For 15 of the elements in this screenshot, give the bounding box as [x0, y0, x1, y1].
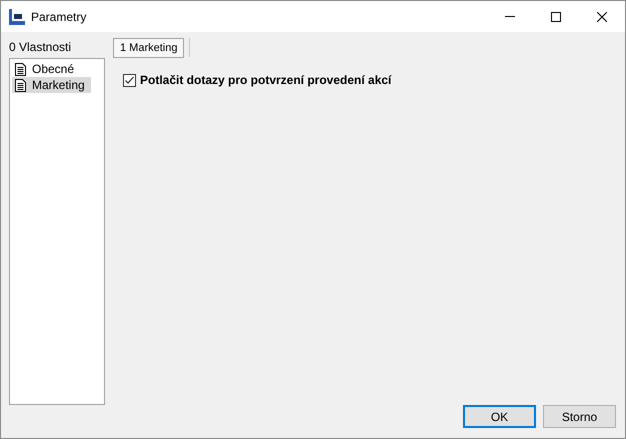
- tree-item[interactable]: Obecné: [12, 61, 80, 77]
- checkbox[interactable]: [123, 74, 136, 86]
- window-title: Parametry: [31, 8, 86, 26]
- document-icon: [15, 62, 26, 76]
- close-icon: [597, 12, 607, 22]
- sidebar-label: 0 Vlastnosti: [9, 39, 72, 56]
- tab[interactable]: 1 Marketing: [113, 38, 184, 58]
- document-icon: [15, 78, 26, 92]
- minimize-icon: [505, 16, 515, 17]
- tree-item[interactable]: Marketing: [12, 77, 91, 93]
- maximize-icon: [551, 12, 561, 22]
- dialog-button[interactable]: Storno: [543, 405, 616, 428]
- app-logo-icon: [9, 8, 25, 24]
- dialog-button[interactable]: OK: [463, 405, 536, 428]
- checkbox-label: Potlačit dotazy pro potvrzení provedení akcí: [140, 72, 392, 89]
